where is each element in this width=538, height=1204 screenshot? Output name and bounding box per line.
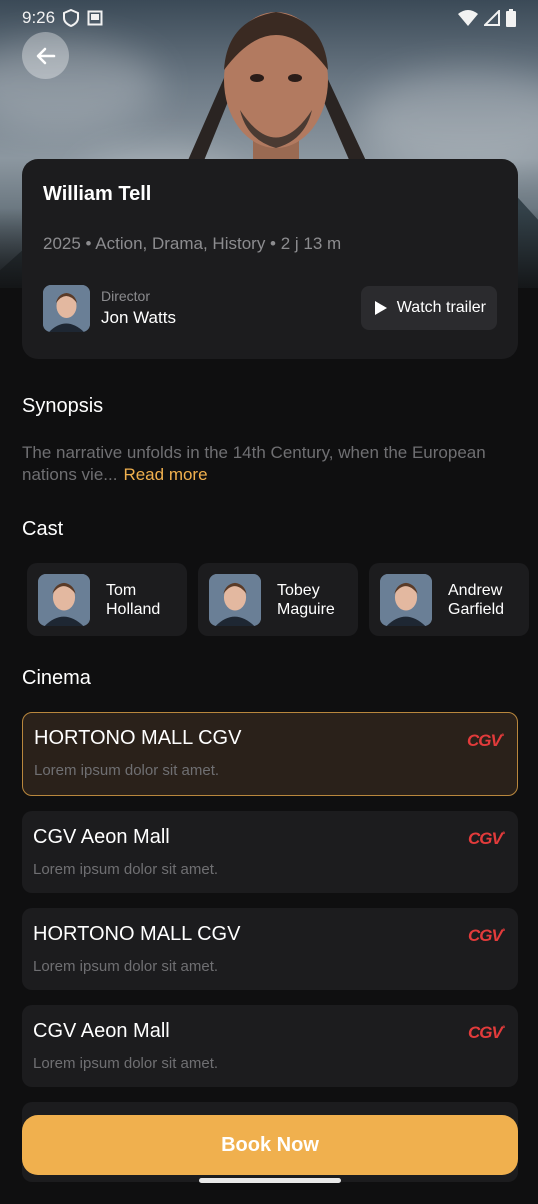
cinema-heading: Cinema: [22, 667, 91, 689]
status-time: 9:26: [22, 8, 56, 27]
cast-name: Andrew Garfield: [448, 581, 505, 618]
cinema-name: CGV Aeon Mall: [33, 1020, 170, 1042]
cinema-desc: Lorem ipsum dolor sit amet.: [34, 762, 220, 779]
shield-icon: [63, 9, 80, 27]
back-button[interactable]: [22, 32, 69, 79]
cinema-name: CGV Aeon Mall: [33, 826, 170, 848]
watch-trailer-label: Watch trailer: [396, 299, 486, 316]
cinema-item[interactable]: HORTONO MALL CGV Lorem ipsum dolor sit a…: [22, 908, 518, 990]
cinema-item[interactable]: CGV Aeon Mall Lorem ipsum dolor sit amet…: [22, 1005, 518, 1087]
screenshot-icon: [87, 10, 103, 26]
cinema-desc: Lorem ipsum dolor sit amet.: [33, 958, 219, 975]
cinema-name: HORTONO MALL CGV: [34, 727, 242, 749]
cast-avatar: [380, 573, 432, 626]
book-now-button[interactable]: Book Now: [22, 1115, 518, 1175]
director-row: Director Jon Watts Watch trailer: [43, 284, 497, 332]
synopsis-text-block: The narrative unfolds in the 14th Centur…: [22, 442, 522, 486]
movie-title: William Tell: [43, 183, 152, 205]
person-avatar-icon: [38, 573, 90, 626]
cgv-logo-icon: CGV°: [467, 829, 505, 848]
play-icon: [374, 301, 387, 315]
person-avatar-icon: [209, 573, 261, 626]
cast-card[interactable]: Tom Holland: [27, 563, 187, 636]
cinema-desc: Lorem ipsum dolor sit amet.: [33, 1055, 219, 1072]
cgv-logo-icon: CGV°: [466, 731, 504, 750]
watch-trailer-button[interactable]: Watch trailer: [360, 286, 497, 330]
cast-card[interactable]: Tobey Maguire: [198, 563, 358, 636]
cinema-item[interactable]: CGV Aeon Mall Lorem ipsum dolor sit amet…: [22, 811, 518, 893]
synopsis-text: The narrative unfolds in the 14th Centur…: [22, 443, 486, 484]
movie-meta: 2025 • Action, Drama, History • 2 j 13 m: [43, 234, 342, 253]
synopsis-heading: Synopsis: [22, 395, 104, 417]
cgv-logo-icon: CGV°: [467, 926, 505, 945]
cgv-logo-icon: CGV°: [467, 1023, 505, 1042]
cinema-desc: Lorem ipsum dolor sit amet.: [33, 861, 219, 878]
director-label: Director: [101, 288, 151, 304]
cast-avatar: [209, 573, 261, 626]
signal-icon: [484, 10, 500, 26]
person-avatar-icon: [43, 284, 90, 332]
cast-name: Tobey Maguire: [277, 581, 335, 618]
wifi-icon: [458, 10, 478, 26]
cast-heading: Cast: [22, 518, 64, 540]
cinema-item-selected[interactable]: HORTONO MALL CGV Lorem ipsum dolor sit a…: [22, 712, 518, 796]
director-name: Jon Watts: [101, 308, 176, 327]
cast-card[interactable]: Andrew Garfield: [369, 563, 529, 636]
home-indicator[interactable]: [199, 1178, 341, 1183]
person-avatar-icon: [380, 573, 432, 626]
arrow-left-icon: [36, 47, 55, 64]
director-avatar: [43, 284, 90, 332]
cinema-name: HORTONO MALL CGV: [33, 923, 241, 945]
status-bar: 9:26: [0, 0, 538, 36]
read-more-link[interactable]: Read more: [123, 465, 207, 484]
movie-info-card: William Tell 2025 • Action, Drama, Histo…: [22, 159, 518, 359]
cast-name: Tom Holland: [106, 581, 161, 618]
battery-icon: [506, 9, 516, 27]
cast-avatar: [38, 573, 90, 626]
cast-list: Tom Holland Tobey Maguire Andrew Garfiel…: [27, 563, 529, 636]
